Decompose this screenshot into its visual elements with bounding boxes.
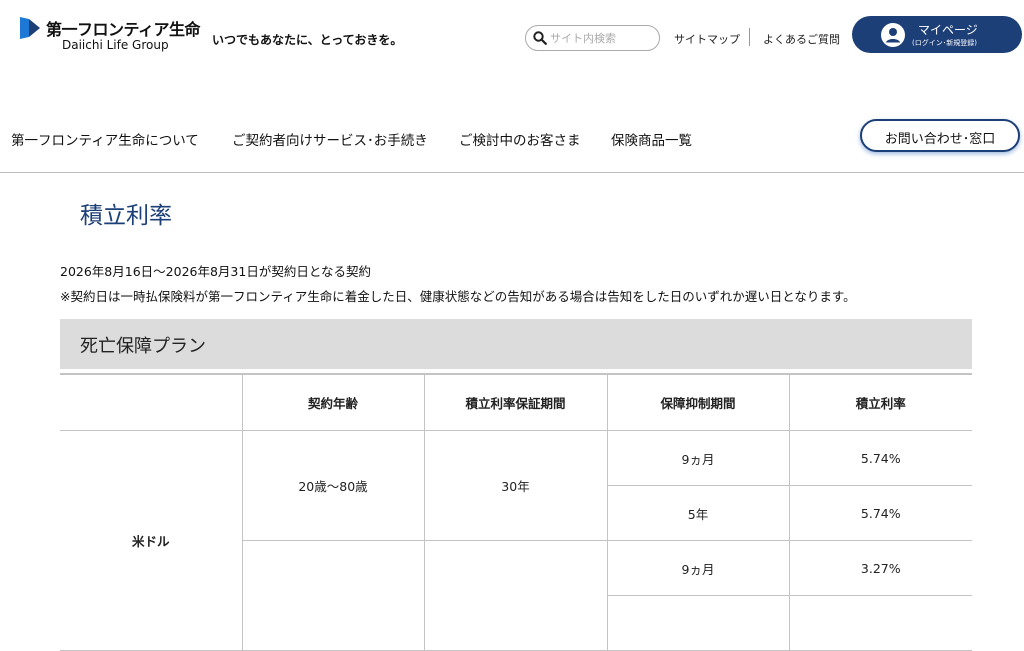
- header-accumulation-rate: 積立利率: [788, 373, 972, 431]
- table-header-row: 契約年齢 積立利率保証期間 保障抑制期間 積立利率: [60, 373, 972, 431]
- section-header: 死亡保障プラン: [60, 319, 972, 369]
- header-link-divider: [749, 28, 750, 46]
- company-logo[interactable]: 第一フロンティア生命 Daiichi Life Group: [20, 16, 201, 56]
- age-cell: 20歳～80歳: [241, 430, 425, 541]
- table-row: 米ドル 20歳～80歳 30年 9ヵ月 5.74%: [60, 430, 972, 651]
- header-restriction-period: 保障抑制期間: [606, 373, 790, 431]
- search-icon: [533, 31, 547, 45]
- rate-cell: 5.74%: [788, 485, 972, 541]
- guarantee-cell: [423, 540, 608, 651]
- sitemap-link[interactable]: サイトマップ: [674, 31, 740, 47]
- logo-mark-icon: [20, 17, 40, 39]
- guarantee-cell: 30年: [423, 430, 608, 541]
- rate-cell: 3.27%: [788, 540, 972, 596]
- header-guarantee-period: 積立利率保証期間: [423, 373, 608, 431]
- restriction-period-cell: 9ヵ月: [606, 430, 790, 486]
- header-currency: [60, 373, 243, 431]
- mypage-button[interactable]: マイページ (ログイン･新規登録): [852, 16, 1022, 53]
- mypage-sublabel: (ログイン･新規登録): [912, 39, 977, 47]
- site-header: 第一フロンティア生命 Daiichi Life Group いつでもあなたに、と…: [0, 0, 1024, 70]
- nav-item-product-list[interactable]: 保険商品一覧: [611, 129, 692, 149]
- mypage-label: マイページ: [918, 23, 978, 37]
- rate-cell: [788, 595, 972, 651]
- rate-table: 契約年齢 積立利率保証期間 保障抑制期間 積立利率 米ドル 20歳～80歳 30…: [60, 373, 972, 651]
- site-search[interactable]: [525, 25, 660, 51]
- nav-item-about[interactable]: 第一フロンティア生命について: [11, 129, 199, 149]
- restriction-period-cell: [607, 595, 790, 651]
- logo-english-name: Daiichi Life Group: [62, 38, 169, 52]
- logo-japanese-name: 第一フロンティア生命: [46, 20, 201, 39]
- restriction-period-cell: 9ヵ月: [606, 540, 790, 596]
- section-title: 死亡保障プラン: [80, 336, 206, 357]
- faq-link[interactable]: よくあるご質問: [763, 31, 840, 47]
- nav-divider: [0, 172, 1024, 173]
- contract-period: 2026年8月16日～2026年8月31日が契約日となる契約: [60, 264, 371, 279]
- header-contract-age: 契約年齢: [241, 373, 425, 431]
- user-icon: [881, 23, 905, 47]
- rate-cell: 5.74%: [788, 430, 972, 486]
- tagline: いつでもあなたに、とっておきを。: [212, 33, 403, 47]
- search-input[interactable]: [550, 29, 654, 47]
- nav-item-prospective-customers[interactable]: ご検討中のお客さま: [459, 129, 581, 149]
- contact-button[interactable]: お問い合わせ･窓口: [860, 119, 1020, 152]
- contract-date-note: ※契約日は一時払保険料が第一フロンティア生命に着金した日、健康状態などの告知があ…: [60, 289, 856, 304]
- contact-button-label: お問い合わせ･窓口: [884, 132, 996, 147]
- restriction-period-cell: 5年: [607, 485, 790, 541]
- page-title: 積立利率: [80, 203, 172, 229]
- age-cell: [242, 540, 425, 651]
- nav-item-policyholder-services[interactable]: ご契約者向けサービス･お手続き: [232, 129, 428, 149]
- currency-cell: 米ドル: [60, 430, 243, 651]
